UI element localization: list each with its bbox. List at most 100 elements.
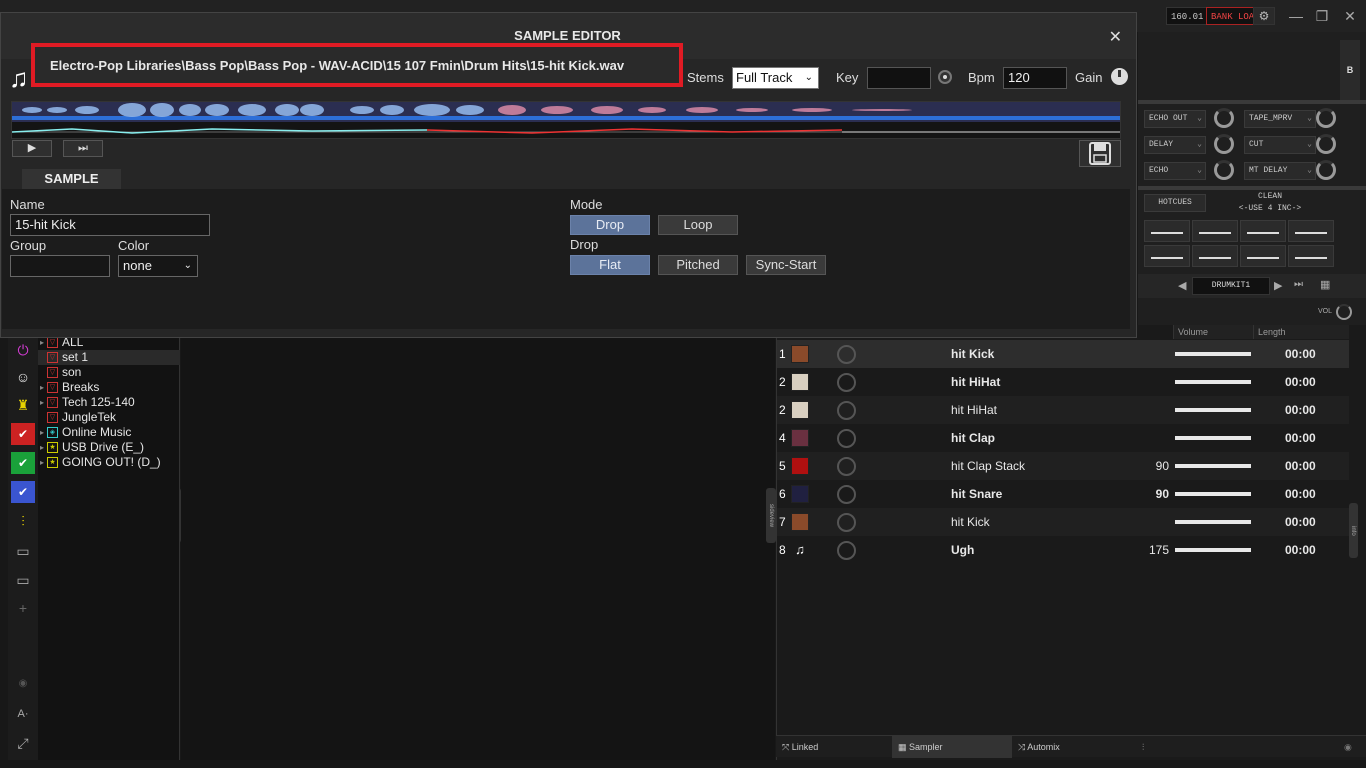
color-select[interactable]: none ⌄ [118, 255, 198, 277]
green-check-icon[interactable]: ✔ [11, 452, 35, 474]
table-row[interactable]: 2 hit HiHat 00:00 [777, 396, 1349, 424]
group-input[interactable] [10, 255, 110, 277]
gain-knob[interactable] [1111, 68, 1128, 85]
play-circle-icon[interactable] [837, 513, 856, 532]
close-icon[interactable]: ✕ [1109, 27, 1122, 47]
tab-sample[interactable]: SAMPLE [22, 169, 121, 189]
hotcue-pad[interactable] [1288, 220, 1334, 242]
fx-slot-3[interactable]: ECHO ⌄ [1144, 162, 1206, 180]
fx-slot-4[interactable]: TAPE_MPRV ⌄ [1244, 110, 1316, 128]
table-row[interactable]: 5 hit Clap Stack 90 00:00 [777, 452, 1349, 480]
table-row[interactable]: 6 hit Snare 90 00:00 [777, 480, 1349, 508]
drop-sync-start-button[interactable]: Sync-Start [746, 255, 826, 275]
tree-item[interactable]: ▸ ▽ Breaks [38, 380, 180, 395]
expand-arrow-icon[interactable]: ▸ [40, 455, 44, 470]
tab-linked[interactable]: ⤧ Linked [776, 736, 892, 758]
tab-automix[interactable]: ⤨ Automix [1012, 736, 1132, 758]
fx-slot-6[interactable]: MT DELAY ⌄ [1244, 162, 1316, 180]
menu-icon[interactable]: ⫶ [1136, 736, 1156, 758]
mode-drop-button[interactable]: Drop [570, 215, 650, 235]
volume-bar[interactable] [1175, 408, 1251, 412]
fx-slot-5[interactable]: CUT ⌄ [1244, 136, 1316, 154]
fx-slot-2[interactable]: DELAY ⌄ [1144, 136, 1206, 154]
blue-check-icon[interactable]: ✔ [11, 481, 35, 503]
fx-knob[interactable] [1214, 134, 1234, 154]
play-circle-icon[interactable] [837, 541, 856, 560]
power-icon[interactable]: ⏻ [11, 339, 35, 361]
skip-forward-button[interactable]: ⏭ [63, 140, 103, 157]
maximize-icon[interactable]: ❐ [1312, 6, 1332, 26]
tree-item[interactable]: ▽ JungleTek [38, 410, 180, 425]
tree-item[interactable]: ▸ ▽ Tech 125-140 [38, 395, 180, 410]
filter-folder-icon[interactable]: ▭ [11, 569, 35, 591]
hotcue-pad[interactable] [1240, 220, 1286, 242]
hotcue-pad[interactable] [1288, 245, 1334, 267]
fx-knob[interactable] [1214, 108, 1234, 128]
volume-knob[interactable] [1336, 304, 1352, 320]
hotcue-pad[interactable] [1192, 220, 1238, 242]
tab-sampler[interactable]: ▦ Sampler [892, 736, 1012, 758]
fx-slot-1[interactable]: ECHO OUT ⌄ [1144, 110, 1206, 128]
add-folder-icon[interactable]: ▭ [11, 540, 35, 562]
volume-bar[interactable] [1175, 520, 1251, 524]
table-row[interactable]: 7 hit Kick 00:00 [777, 508, 1349, 536]
play-circle-icon[interactable] [837, 373, 856, 392]
name-input[interactable]: 15-hit Kick [10, 214, 210, 236]
column-header-length[interactable]: Length [1253, 325, 1349, 339]
drum-icon[interactable]: ♜ [11, 394, 35, 416]
fx-knob[interactable] [1214, 160, 1234, 180]
hotcue-pad[interactable] [1240, 245, 1286, 267]
waveform-display[interactable] [11, 101, 1121, 139]
play-button[interactable]: ▶ [12, 140, 52, 157]
grid-view-icon[interactable]: ▦ [1320, 278, 1330, 291]
play-circle-icon[interactable] [837, 401, 856, 420]
font-size-icon[interactable]: A· [11, 703, 35, 725]
mode-loop-button[interactable]: Loop [658, 215, 738, 235]
red-check-icon[interactable]: ✔ [11, 423, 35, 445]
drop-pitched-button[interactable]: Pitched [658, 255, 738, 275]
expand-arrow-icon[interactable]: ▸ [40, 440, 44, 455]
play-circle-icon[interactable] [837, 485, 856, 504]
sampler-bank-name[interactable]: DRUMKIT1 [1192, 277, 1270, 295]
volume-bar[interactable] [1175, 548, 1251, 552]
play-circle-icon[interactable] [837, 345, 856, 364]
play-circle-icon[interactable] [837, 429, 856, 448]
sliders-icon[interactable]: ⫶ [11, 510, 35, 532]
table-row[interactable]: 8 ♫ Ugh 175 00:00 [777, 536, 1349, 564]
hotcues-button[interactable]: HOTCUES [1144, 194, 1206, 212]
dancers-icon[interactable]: ☺ [11, 366, 35, 388]
info-tab[interactable]: info [1349, 503, 1358, 558]
expand-arrow-icon[interactable]: ▸ [40, 395, 44, 410]
tree-item[interactable]: ▸ ★ GOING OUT! (D_) [38, 455, 180, 470]
expand-arrow-icon[interactable]: ▸ [40, 380, 44, 395]
sideview-tab[interactable]: sideview [766, 488, 776, 543]
next-bank-icon[interactable]: ▶ [1274, 279, 1282, 292]
prev-bank-icon[interactable]: ◀ [1178, 279, 1186, 292]
settings-gear-icon[interactable]: ⚙ [1253, 7, 1275, 25]
table-row[interactable]: 2 hit HiHat 00:00 [777, 368, 1349, 396]
tree-item[interactable]: ▽ son [38, 365, 180, 380]
bpm-input[interactable]: 120 [1003, 67, 1067, 89]
window-close-icon[interactable]: ✕ [1340, 6, 1360, 26]
fx-knob[interactable] [1316, 134, 1336, 154]
volume-bar[interactable] [1175, 436, 1251, 440]
play-circle-icon[interactable] [837, 457, 856, 476]
volume-bar[interactable] [1175, 492, 1251, 496]
key-input[interactable] [867, 67, 931, 89]
expand-arrow-icon[interactable]: ▸ [40, 425, 44, 440]
expand-icon[interactable]: ⤢ [11, 732, 35, 754]
hotcue-pad[interactable] [1144, 220, 1190, 242]
hotcue-pad[interactable] [1192, 245, 1238, 267]
tree-item[interactable]: ▸ ◈ Online Music [38, 425, 180, 440]
fx-knob[interactable] [1316, 160, 1336, 180]
plus-icon[interactable]: + [11, 597, 35, 619]
drop-flat-button[interactable]: Flat [570, 255, 650, 275]
table-row[interactable]: 1 hit Kick 00:00 [777, 340, 1349, 368]
column-header-volume[interactable]: Volume [1173, 325, 1253, 339]
volume-bar[interactable] [1175, 352, 1251, 356]
key-detect-button[interactable] [938, 70, 952, 84]
hotcue-pad[interactable] [1144, 245, 1190, 267]
minimize-icon[interactable]: — [1286, 6, 1306, 26]
stems-select[interactable]: Full Track ⌄ [732, 67, 819, 89]
tree-item[interactable]: ▸ ★ USB Drive (E_) [38, 440, 180, 455]
